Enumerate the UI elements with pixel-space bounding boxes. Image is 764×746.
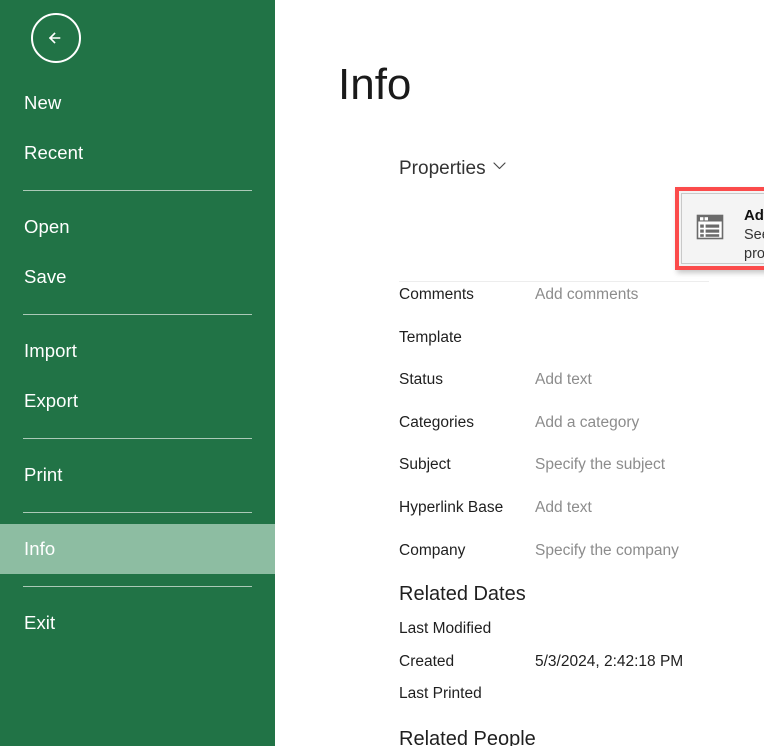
property-label: Categories xyxy=(399,413,474,431)
property-value[interactable]: Add text xyxy=(535,499,592,517)
sidebar-item-open[interactable]: Open xyxy=(0,202,275,252)
related-dates-heading: Related Dates xyxy=(399,583,526,605)
sidebar-item-save[interactable]: Save xyxy=(0,252,275,302)
property-value[interactable]: Add text xyxy=(535,371,592,389)
document-properties-list: Comments Add comments Template Status Ad… xyxy=(399,286,759,584)
properties-dropdown-toggle[interactable]: Properties xyxy=(399,158,506,180)
sidebar-item-print[interactable]: Print xyxy=(0,450,275,500)
date-row-last-printed: Last Printed xyxy=(399,685,759,718)
sidebar-item-recent[interactable]: Recent xyxy=(0,128,275,178)
advanced-properties-highlight: Advanced Properties See more document pr… xyxy=(675,187,764,270)
date-value: 5/3/2024, 2:42:18 PM xyxy=(535,652,684,670)
back-arrow-button[interactable] xyxy=(31,13,81,63)
sidebar-item-label: Import xyxy=(24,340,78,361)
date-row-last-modified: Last Modified xyxy=(399,620,759,653)
sidebar-item-label: Print xyxy=(24,464,63,485)
property-row-template: Template xyxy=(399,329,759,372)
sidebar-item-import[interactable]: Import xyxy=(0,326,275,376)
excel-backstage-view: New Recent Open Save Import Export Print xyxy=(0,0,764,746)
sidebar-item-exit[interactable]: Exit xyxy=(0,598,275,648)
date-label: Created xyxy=(399,652,455,670)
backstage-sidebar: New Recent Open Save Import Export Print xyxy=(0,0,275,746)
property-label: Template xyxy=(399,328,462,346)
advanced-properties-menu-item[interactable]: Advanced Properties See more document pr… xyxy=(681,193,764,264)
date-label: Last Modified xyxy=(399,620,492,637)
property-value[interactable]: Specify the subject xyxy=(535,456,665,474)
property-label: Status xyxy=(399,371,443,389)
advanced-properties-subtitle: See more document properties xyxy=(744,227,764,262)
sidebar-item-info[interactable]: Info xyxy=(0,524,275,574)
property-row-status: Status Add text xyxy=(399,371,759,414)
property-label: Company xyxy=(399,541,466,559)
property-label: Subject xyxy=(399,456,451,474)
properties-label: Properties xyxy=(399,158,486,179)
sidebar-divider xyxy=(0,426,275,450)
property-row-company: Company Specify the company xyxy=(399,542,759,585)
backstage-main-panel: Info Properties Ad Se pro Comments Add c… xyxy=(275,0,764,746)
sidebar-item-label: New xyxy=(24,92,62,113)
sidebar-item-export[interactable]: Export xyxy=(0,376,275,426)
property-value[interactable]: Add a category xyxy=(535,414,639,432)
sidebar-item-label: Info xyxy=(24,538,56,559)
sidebar-divider xyxy=(0,500,275,524)
property-value[interactable]: Add comments xyxy=(535,286,638,304)
advanced-properties-title: Advanced Properties xyxy=(744,207,764,224)
related-dates-list: Last Modified Created 5/3/2024, 2:42:18 … xyxy=(399,620,759,718)
date-label: Last Printed xyxy=(399,685,482,702)
sidebar-item-label: Export xyxy=(24,390,79,411)
property-row-hyperlink-base: Hyperlink Base Add text xyxy=(399,499,759,542)
chevron-down-icon xyxy=(493,161,506,172)
sidebar-item-label: Recent xyxy=(24,142,84,163)
sidebar-item-label: Save xyxy=(24,266,67,287)
sidebar-divider xyxy=(0,302,275,326)
property-label: Comments xyxy=(399,286,474,303)
property-label: Hyperlink Base xyxy=(399,498,504,516)
advanced-properties-text: Advanced Properties See more document pr… xyxy=(744,204,764,264)
sidebar-divider xyxy=(0,178,275,202)
sidebar-item-new[interactable]: New xyxy=(0,78,275,128)
page-title: Info xyxy=(338,60,412,109)
date-row-created: Created 5/3/2024, 2:42:18 PM xyxy=(399,653,759,686)
sidebar-item-label: Exit xyxy=(24,612,56,633)
property-row-subject: Subject Specify the subject xyxy=(399,456,759,499)
property-row-categories: Categories Add a category xyxy=(399,414,759,457)
document-properties-icon xyxy=(696,213,726,243)
related-people-heading: Related People xyxy=(399,728,536,746)
back-arrow-icon xyxy=(42,24,70,52)
sidebar-divider xyxy=(0,574,275,598)
properties-divider xyxy=(399,281,709,282)
sidebar-item-label: Open xyxy=(24,216,70,237)
property-value[interactable]: Specify the company xyxy=(535,542,679,560)
sidebar-nav: New Recent Open Save Import Export Print xyxy=(0,78,275,648)
property-row-comments: Comments Add comments xyxy=(399,286,759,329)
